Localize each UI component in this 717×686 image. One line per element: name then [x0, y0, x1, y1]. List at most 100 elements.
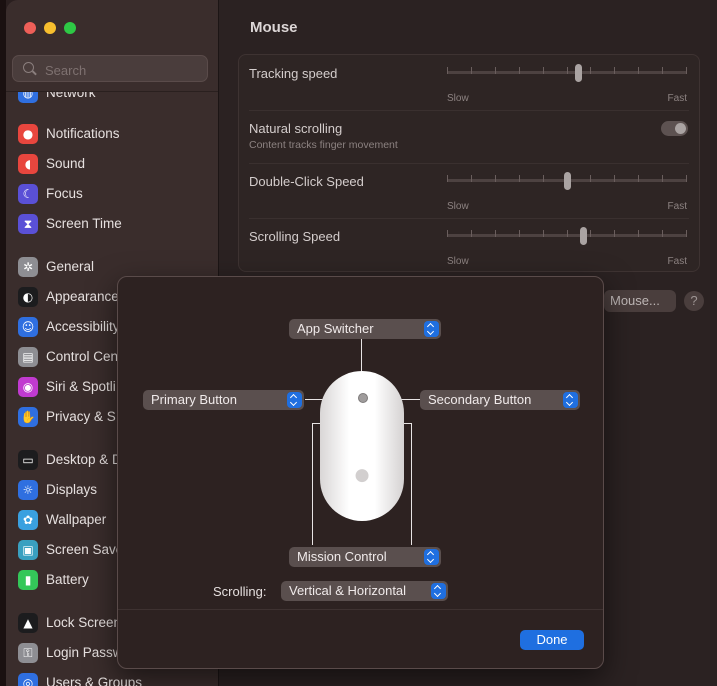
slider-max-label: Fast: [667, 93, 687, 104]
scrolling-speed-slider[interactable]: Slow Fast: [447, 226, 687, 267]
connector-line-bottom-right-cap: [404, 423, 412, 424]
slider-tick: [590, 67, 591, 74]
natural-scrolling-description: Content tracks finger movement: [249, 139, 398, 151]
slider-tick: [590, 175, 591, 182]
slider-tick: [519, 67, 520, 74]
slider-min-label: Slow: [447, 93, 469, 104]
top-button-popup[interactable]: App Switcher: [289, 319, 441, 339]
slider-tick: [495, 230, 496, 237]
sidebar-item-label: General: [46, 259, 95, 274]
minimize-window-button[interactable]: [44, 22, 56, 34]
natural-scrolling-toggle[interactable]: [661, 121, 688, 136]
slider-tick: [614, 67, 615, 74]
sidebar-item-label: Network: [46, 92, 96, 100]
sun-icon: ☼: [18, 480, 38, 500]
slider-max-label: Fast: [667, 256, 687, 267]
slider-min-label: Slow: [447, 201, 469, 212]
magic-mouse-image: ●: [320, 371, 404, 521]
screensaver-icon: ▣: [18, 540, 38, 560]
slider-tick: [519, 175, 520, 182]
slider-tick: [638, 67, 639, 74]
row-divider: [249, 110, 689, 111]
popup-label: App Switcher: [297, 321, 374, 336]
sidebar-item-label: Displays: [46, 482, 98, 497]
control-center-icon: ▤: [18, 347, 38, 367]
sidebar-item-notifications[interactable]: ● Notifications: [18, 121, 216, 147]
sidebar-item-sound[interactable]: ◖ Sound: [18, 151, 216, 177]
slider-tick: [471, 230, 472, 237]
double-click-speed-slider[interactable]: Slow Fast: [447, 171, 687, 212]
slider-tick: [519, 230, 520, 237]
lock-icon: ▲: [18, 613, 38, 633]
dialog-divider: [118, 609, 603, 610]
sidebar-item-focus[interactable]: ☾ Focus: [18, 181, 216, 207]
key-icon: ⚿: [18, 643, 38, 663]
sidebar-item-users-groups[interactable]: ◎ Users & Groups: [18, 670, 216, 686]
slider-tick: [638, 230, 639, 237]
slider-tick: [471, 67, 472, 74]
secondary-button-popup[interactable]: Secondary Button: [420, 390, 580, 410]
chevron-updown-icon: [424, 549, 439, 565]
sidebar-item-label: Wallpaper: [46, 512, 107, 527]
help-button[interactable]: ?: [684, 291, 704, 311]
search-icon: [23, 62, 34, 73]
speaker-icon: ◖: [18, 154, 38, 174]
slider-tick: [686, 230, 687, 237]
done-button[interactable]: Done: [520, 630, 584, 650]
globe-icon: ◍: [18, 92, 38, 103]
tracking-speed-slider[interactable]: Slow Fast: [447, 63, 687, 104]
battery-icon: ▮: [18, 570, 38, 590]
search-input[interactable]: [43, 59, 207, 81]
appearance-icon: ◐: [18, 287, 38, 307]
slider-tick: [686, 175, 687, 182]
slider-knob[interactable]: [580, 227, 587, 245]
slider-tick: [662, 67, 663, 74]
slider-knob[interactable]: [575, 64, 582, 82]
slider-tick: [614, 230, 615, 237]
sidebar-item-label: Users & Groups: [46, 675, 143, 686]
flower-icon: ✿: [18, 510, 38, 530]
apple-logo-icon: ●: [354, 465, 370, 485]
accessibility-icon: ☺: [18, 317, 38, 337]
scrolling-label: Scrolling:: [213, 584, 267, 599]
scrolling-speed-label: Scrolling Speed: [249, 229, 341, 244]
primary-button-popup[interactable]: Primary Button: [143, 390, 304, 410]
set-up-mouse-button[interactable]: Mouse...: [604, 290, 676, 312]
chevron-updown-icon: [563, 392, 578, 408]
slider-tick: [495, 175, 496, 182]
siri-icon: ◉: [18, 377, 38, 397]
popup-label: Secondary Button: [428, 392, 532, 407]
slider-tick: [614, 175, 615, 182]
page-title: Mouse: [250, 19, 298, 36]
sidebar-item-label: Sound: [46, 156, 86, 171]
slider-tick: [543, 67, 544, 74]
hand-icon: ✋: [18, 407, 38, 427]
slider-tick: [543, 175, 544, 182]
sidebar-item-label: Notifications: [46, 126, 120, 141]
search-field[interactable]: [12, 55, 208, 82]
close-window-button[interactable]: [24, 22, 36, 34]
slider-max-label: Fast: [667, 201, 687, 212]
scrolling-popup[interactable]: Vertical & Horizontal: [281, 581, 448, 601]
slider-min-label: Slow: [447, 256, 469, 267]
sidebar-item-label: Appearance: [46, 289, 119, 304]
sidebar-item-screen-time[interactable]: ⧗ Screen Time: [18, 211, 216, 237]
desktop-icon: ▭: [18, 450, 38, 470]
mouse-settings-group: Tracking speed Slow Fast Natural scrolli…: [238, 54, 700, 272]
sidebar-item-label: Accessibility: [46, 319, 120, 334]
gear-icon: ✲: [18, 257, 38, 277]
double-click-speed-label: Double-Click Speed: [249, 174, 364, 189]
zoom-window-button[interactable]: [64, 22, 76, 34]
users-icon: ◎: [18, 673, 38, 686]
bottom-button-popup[interactable]: Mission Control: [289, 547, 441, 567]
connector-line-bottom-left-cap: [312, 423, 320, 424]
sidebar-item-network[interactable]: ◍ Network: [18, 92, 216, 106]
mouse-buttons-sheet: ● App Switcher Primary Button Secondary …: [117, 276, 604, 669]
mouse-center-dot: [358, 393, 368, 403]
slider-tick: [447, 67, 448, 74]
slider-tick: [567, 230, 568, 237]
slider-knob[interactable]: [564, 172, 571, 190]
slider-tick: [447, 230, 448, 237]
sidebar-item-label: Focus: [46, 186, 83, 201]
slider-tick: [471, 175, 472, 182]
